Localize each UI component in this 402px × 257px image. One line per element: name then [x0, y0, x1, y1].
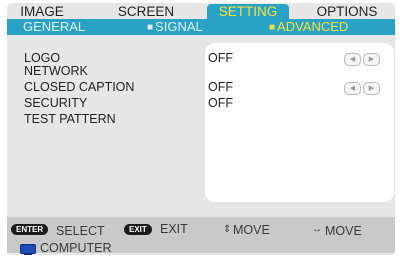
subtab-advanced[interactable]: ■ ADVANCED [269, 19, 348, 35]
logo-value[interactable]: OFF [208, 52, 233, 65]
closed-caption-arrows[interactable]: ◀ ▶ [344, 82, 380, 95]
enter-key-badge: ENTER [11, 224, 49, 235]
arrow-left-icon[interactable]: ◀ [344, 53, 361, 66]
subtab-signal[interactable]: ■ SIGNAL [147, 19, 203, 35]
exit-hint: EXIT [160, 222, 188, 236]
move-horizontal-hint: MOVE [325, 224, 362, 238]
closed-caption-value[interactable]: OFF [208, 81, 233, 94]
subtab-advanced-label: ADVANCED [277, 19, 349, 34]
arrow-left-icon[interactable]: ◀ [344, 82, 361, 95]
tab-options[interactable]: OPTIONS [312, 4, 382, 20]
tab-screen[interactable]: SCREEN [115, 4, 177, 20]
logo-arrows[interactable]: ◀ ▶ [344, 53, 380, 66]
security-value[interactable]: OFF [208, 97, 233, 110]
updown-arrow-icon: ⇕ [223, 224, 232, 235]
subtab-signal-label: SIGNAL [155, 19, 203, 34]
input-source: COMPUTER [40, 241, 112, 255]
menu-item-security[interactable]: SECURITY [24, 97, 87, 110]
arrow-right-icon[interactable]: ▶ [363, 82, 380, 95]
tab-image[interactable]: IMAGE [15, 4, 69, 20]
subtab-general-label: GENERAL [23, 19, 86, 34]
tab-setting[interactable]: SETTING [207, 4, 289, 20]
computer-source-icon [20, 244, 36, 255]
bullet-icon: ■ [269, 22, 276, 33]
move-vertical-hint: MOVE [233, 223, 270, 237]
select-hint: SELECT [56, 224, 105, 238]
menu-item-network[interactable]: NETWORK [24, 65, 88, 78]
menu-item-test-pattern[interactable]: TEST PATTERN [24, 113, 116, 126]
arrow-right-icon[interactable]: ▶ [363, 53, 380, 66]
subtab-general[interactable]: GENERAL [23, 19, 85, 35]
bullet-icon: ■ [147, 22, 154, 33]
subtab-bar: GENERAL ■ SIGNAL ■ ADVANCED [7, 19, 395, 35]
leftright-arrow-icon: ↔ [312, 224, 322, 235]
menu-item-closed-caption[interactable]: CLOSED CAPTION [24, 81, 134, 94]
value-panel [205, 43, 394, 202]
exit-key-badge: EXIT [124, 224, 152, 235]
main-tabs: IMAGE SCREEN SETTING OPTIONS [7, 4, 395, 20]
